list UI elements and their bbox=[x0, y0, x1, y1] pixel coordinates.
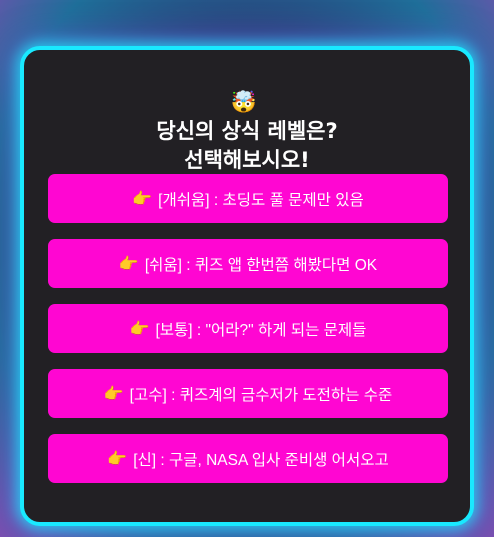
quiz-title: 🤯 당신의 상식 레벨은? 선택해보시오! bbox=[24, 88, 470, 175]
level-option-easy-button[interactable]: 👉 [쉬움] : 퀴즈 앱 한번쯤 해봤다면 OK bbox=[48, 239, 448, 288]
option-label: [쉬움] : 퀴즈 앱 한번쯤 해봤다면 OK bbox=[144, 256, 378, 274]
quiz-card: 🤯 당신의 상식 레벨은? 선택해보시오! 👉 [개쉬움] : 초딩도 풀 문제만… bbox=[20, 46, 474, 526]
pointing-hand-icon: 👉 bbox=[132, 189, 153, 208]
pointing-hand-icon: 👉 bbox=[129, 319, 150, 338]
option-label: [고수] : 퀴즈계의 금수저가 도전하는 수준 bbox=[129, 386, 393, 404]
option-label: [신] : 구글, NASA 입사 준비생 어서오고 bbox=[133, 451, 389, 469]
pointing-hand-icon: 👉 bbox=[118, 254, 139, 273]
option-label: [개쉬움] : 초딩도 풀 문제만 있음 bbox=[158, 191, 364, 209]
level-option-expert-button[interactable]: 👉 [고수] : 퀴즈계의 금수저가 도전하는 수준 bbox=[48, 369, 448, 418]
level-option-very-easy-button[interactable]: 👉 [개쉬움] : 초딩도 풀 문제만 있음 bbox=[48, 174, 448, 223]
pointing-hand-icon: 👉 bbox=[107, 449, 128, 468]
level-option-god-button[interactable]: 👉 [신] : 구글, NASA 입사 준비생 어서오고 bbox=[48, 434, 448, 483]
title-line-2: 선택해보시오! bbox=[184, 148, 310, 172]
title-line-1: 🤯 당신의 상식 레벨은? bbox=[24, 88, 470, 146]
shocked-face-icon: 🤯 bbox=[230, 90, 258, 114]
pointing-hand-icon: 👉 bbox=[103, 384, 124, 403]
level-options: 👉 [개쉬움] : 초딩도 풀 문제만 있음 👉 [쉬움] : 퀴즈 앱 한번쯤… bbox=[48, 174, 448, 499]
level-option-normal-button[interactable]: 👉 [보통] : "어라?" 하게 되는 문제들 bbox=[48, 304, 448, 353]
option-label: [보통] : "어라?" 하게 되는 문제들 bbox=[155, 321, 367, 339]
